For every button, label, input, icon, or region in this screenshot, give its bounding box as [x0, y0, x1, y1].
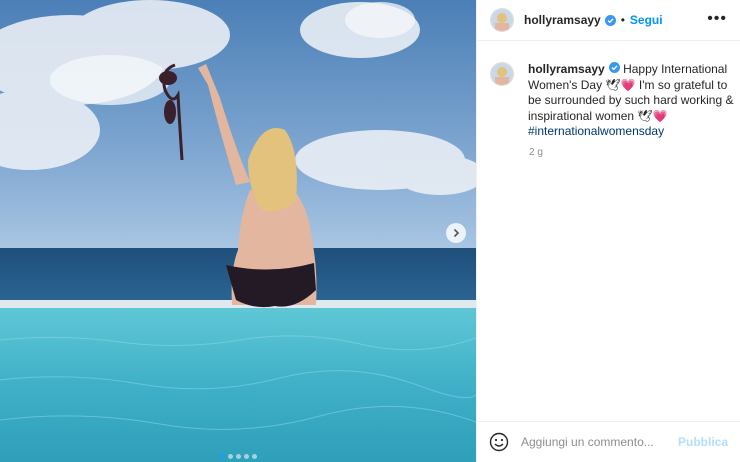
hashtag-link[interactable]: #internationalwomensday — [528, 124, 664, 138]
carousel-dot — [243, 454, 249, 459]
post-sidebar: hollyramsayy • Segui ••• hollyramsayy Ha… — [476, 0, 740, 462]
post-photo — [0, 0, 476, 462]
post-timestamp[interactable]: 2 g — [529, 147, 543, 158]
post-header: hollyramsayy • Segui ••• — [477, 0, 740, 41]
carousel-dot — [251, 454, 257, 459]
carousel-dot — [227, 454, 233, 459]
chevron-right-icon — [453, 228, 460, 238]
more-options-icon[interactable]: ••• — [707, 11, 727, 27]
avatar[interactable] — [490, 8, 514, 32]
carousel-dot — [219, 454, 225, 459]
follow-button[interactable]: Segui — [630, 13, 663, 27]
post-image[interactable] — [0, 0, 476, 462]
caption-username-link[interactable]: hollyramsayy — [528, 62, 605, 76]
carousel-indicator — [0, 454, 476, 459]
verified-badge-icon — [604, 14, 616, 26]
emoji-smile-icon[interactable] — [489, 432, 509, 452]
publish-button[interactable]: Pubblica — [678, 435, 728, 449]
separator-dot: • — [620, 13, 625, 27]
next-slide-button[interactable] — [446, 223, 466, 243]
caption-avatar[interactable] — [490, 62, 514, 86]
comment-input[interactable] — [519, 434, 673, 450]
post-caption: hollyramsayy Happy International Women's… — [490, 62, 735, 140]
carousel-dot — [235, 454, 241, 459]
verified-badge-icon — [608, 62, 620, 73]
caption-body: hollyramsayy Happy International Women's… — [528, 62, 735, 140]
comment-bar: Pubblica — [477, 421, 740, 462]
username-link[interactable]: hollyramsayy — [524, 13, 601, 27]
